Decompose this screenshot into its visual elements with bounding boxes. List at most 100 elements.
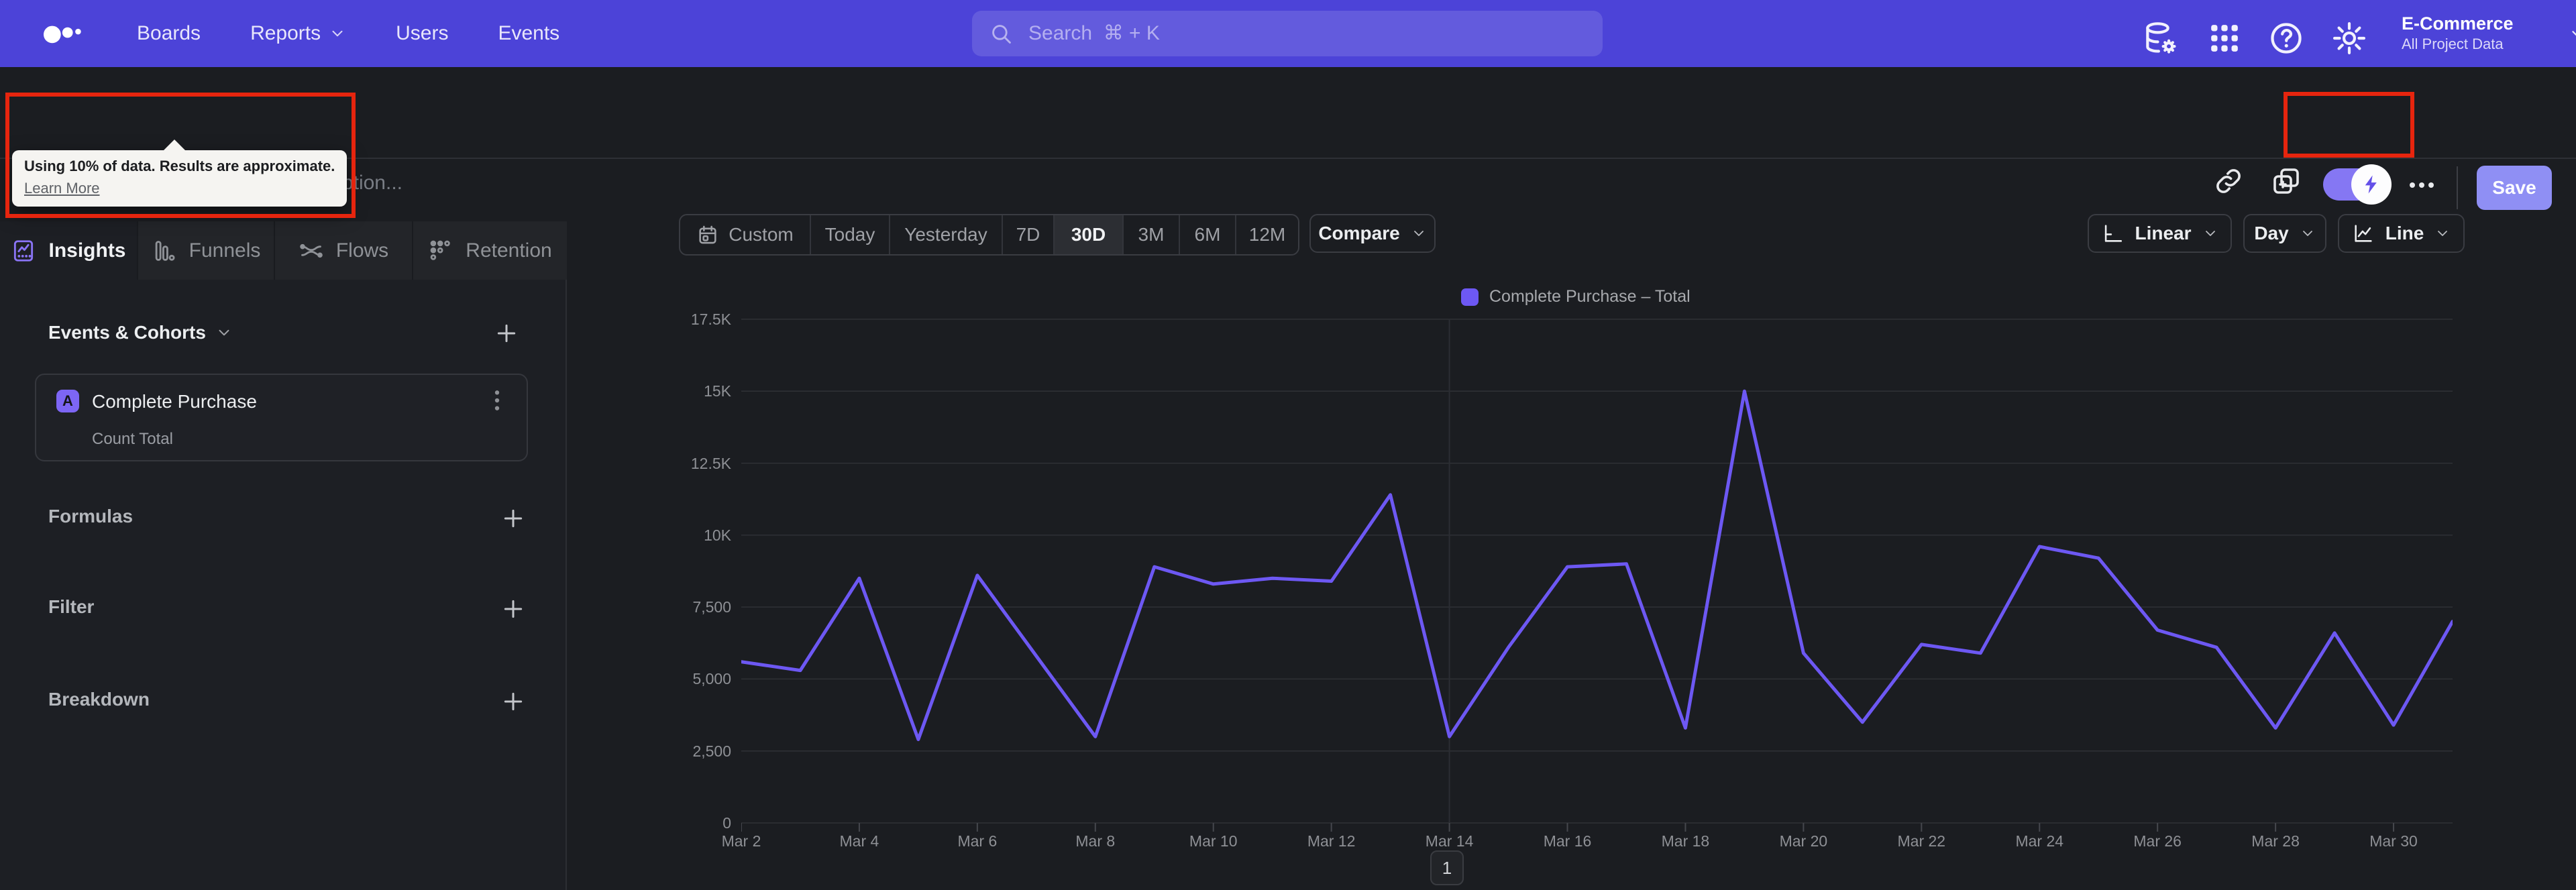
toggle-knob (2351, 164, 2392, 205)
tab-flows[interactable]: Flows (274, 221, 412, 280)
interval-label: Day (2254, 223, 2289, 243)
x-axis-label-mar-14: Mar 14 (1425, 832, 1474, 850)
x-axis-label-mar-28: Mar 28 (2251, 832, 2300, 850)
search-icon (988, 21, 1014, 46)
tab-funnels[interactable]: Funnels (137, 221, 274, 280)
nav-item-boards[interactable]: Boards (137, 22, 201, 45)
range-12m[interactable]: 12M (1236, 215, 1298, 254)
x-axis-label-mar-30: Mar 30 (2369, 832, 2418, 850)
tab-insights[interactable]: Insights (0, 221, 137, 280)
nav-item-reports[interactable]: Reports (250, 22, 346, 45)
y-axis-label-17.5K: 17.5K (690, 311, 731, 328)
data-management-icon[interactable] (2141, 19, 2179, 57)
interval-selector-button[interactable]: Day (2243, 214, 2326, 253)
range-label: 30D (1071, 224, 1106, 245)
range-yesterday[interactable]: Yesterday (890, 215, 1003, 254)
nav-item-label: Boards (137, 22, 201, 44)
events-cohorts-header[interactable]: Events & Cohorts (48, 322, 233, 343)
add-filter-button[interactable] (500, 596, 527, 622)
learn-more-link[interactable]: Learn More (24, 180, 100, 197)
add-to-board-icon[interactable] (2270, 165, 2302, 197)
line-chart[interactable] (741, 302, 2453, 838)
x-axis-label-mar-22: Mar 22 (1897, 832, 1946, 850)
compare-button[interactable]: Compare (1309, 214, 1436, 253)
chart-type-label: Line (2385, 223, 2424, 243)
search-bar[interactable] (972, 11, 1603, 56)
chart-type-button[interactable]: Line (2338, 214, 2465, 253)
chevron-down-icon (215, 324, 233, 341)
section-label: Breakdown (48, 689, 150, 710)
x-axis-label-mar-4: Mar 4 (839, 832, 879, 850)
help-icon[interactable] (2267, 19, 2305, 57)
range-3m[interactable]: 3M (1124, 215, 1180, 254)
event-kebab-menu-icon[interactable] (484, 387, 511, 414)
funnels-icon (152, 238, 177, 264)
tab-label: Flows (335, 239, 389, 262)
nav-item-users[interactable]: Users (396, 22, 448, 45)
report-tabs: Insights Funnels Flows Retention (0, 221, 567, 280)
range-30d[interactable]: 30D (1055, 215, 1124, 254)
compare-label: Compare (1318, 223, 1400, 243)
chevron-down-icon (329, 25, 346, 42)
apps-grid-icon[interactable] (2206, 19, 2243, 57)
project-selector[interactable]: E-Commerce All Project Data (2402, 12, 2576, 54)
tab-label: Retention (466, 239, 552, 262)
event-aggregation: Count Total (92, 430, 173, 448)
tooltip-text: Using 10% of data. Results are approxima… (24, 158, 335, 174)
sampling-toggle[interactable] (2323, 164, 2392, 205)
chevron-down-icon (1411, 225, 1427, 241)
save-button[interactable]: Save (2477, 166, 2552, 210)
sidebar-section-filter: Filter (0, 594, 566, 624)
copy-link-icon[interactable] (2212, 165, 2245, 197)
date-range-group: Custom Today Yesterday 7D 30D 3M 6M 12M (679, 214, 1299, 256)
sampling-tooltip: Using 10% of data. Results are approxima… (12, 150, 347, 207)
event-card[interactable]: A Complete Purchase Count Total (35, 374, 528, 461)
sidebar-section-formulas: Formulas (0, 504, 566, 533)
header-divider (2457, 166, 2458, 209)
add-formulas-button[interactable] (500, 505, 527, 532)
mixpanel-logo-icon[interactable] (35, 20, 93, 47)
range-6m[interactable]: 6M (1180, 215, 1236, 254)
nav-item-label: Events (498, 22, 560, 44)
insights-icon (11, 238, 36, 264)
report-header: Untitled Sampled + Add description... Sa… (0, 67, 2576, 210)
x-axis-label-mar-12: Mar 12 (1307, 832, 1356, 850)
x-axis-label-mar-18: Mar 18 (1661, 832, 1710, 850)
nav-item-label: Users (396, 22, 449, 44)
search-input[interactable] (1027, 21, 1587, 46)
tab-retention[interactable]: Retention (412, 221, 567, 280)
section-label: Formulas (48, 506, 133, 526)
top-navbar: Boards Reports Users Events E-Commerce All … (0, 0, 2576, 67)
y-axis-label-0: 0 (722, 814, 731, 832)
range-label: Custom (729, 224, 794, 245)
flows-icon (299, 238, 324, 264)
lightning-bolt-icon (2360, 173, 2383, 196)
range-today[interactable]: Today (811, 215, 890, 254)
pagination-page-1[interactable]: 1 (1430, 850, 1464, 885)
add-breakdown-button[interactable] (500, 688, 527, 715)
navbar-menu: Boards Reports Users Events (137, 22, 559, 45)
x-axis-label-mar-10: Mar 10 (1189, 832, 1238, 850)
y-axis-label-7,500: 7,500 (692, 598, 731, 616)
range-label: Yesterday (904, 224, 987, 245)
scale-selector-button[interactable]: Linear (2088, 214, 2232, 253)
range-custom[interactable]: Custom (680, 215, 811, 254)
series-line-complete-purchase[interactable] (741, 389, 2453, 741)
nav-item-label: Reports (250, 22, 321, 44)
y-axis-label-12.5K: 12.5K (690, 454, 731, 472)
app-root: Boards Reports Users Events E-Commerce All … (0, 0, 2576, 890)
line-chart-icon (2352, 222, 2375, 245)
add-event-button[interactable] (493, 320, 520, 347)
tab-label: Insights (48, 239, 126, 262)
event-title: Complete Purchase (92, 391, 257, 412)
nav-item-events[interactable]: Events (498, 22, 559, 45)
y-axis-label-2,500: 2,500 (692, 742, 731, 760)
project-name: E-Commerce (2402, 13, 2514, 34)
range-label: Today (824, 224, 875, 245)
scale-label: Linear (2135, 223, 2192, 243)
range-7d[interactable]: 7D (1003, 215, 1055, 254)
more-options-icon[interactable] (2406, 169, 2438, 201)
y-axis-label-5,000: 5,000 (692, 670, 731, 688)
range-label: 7D (1016, 224, 1040, 245)
settings-gear-icon[interactable] (2330, 19, 2368, 57)
